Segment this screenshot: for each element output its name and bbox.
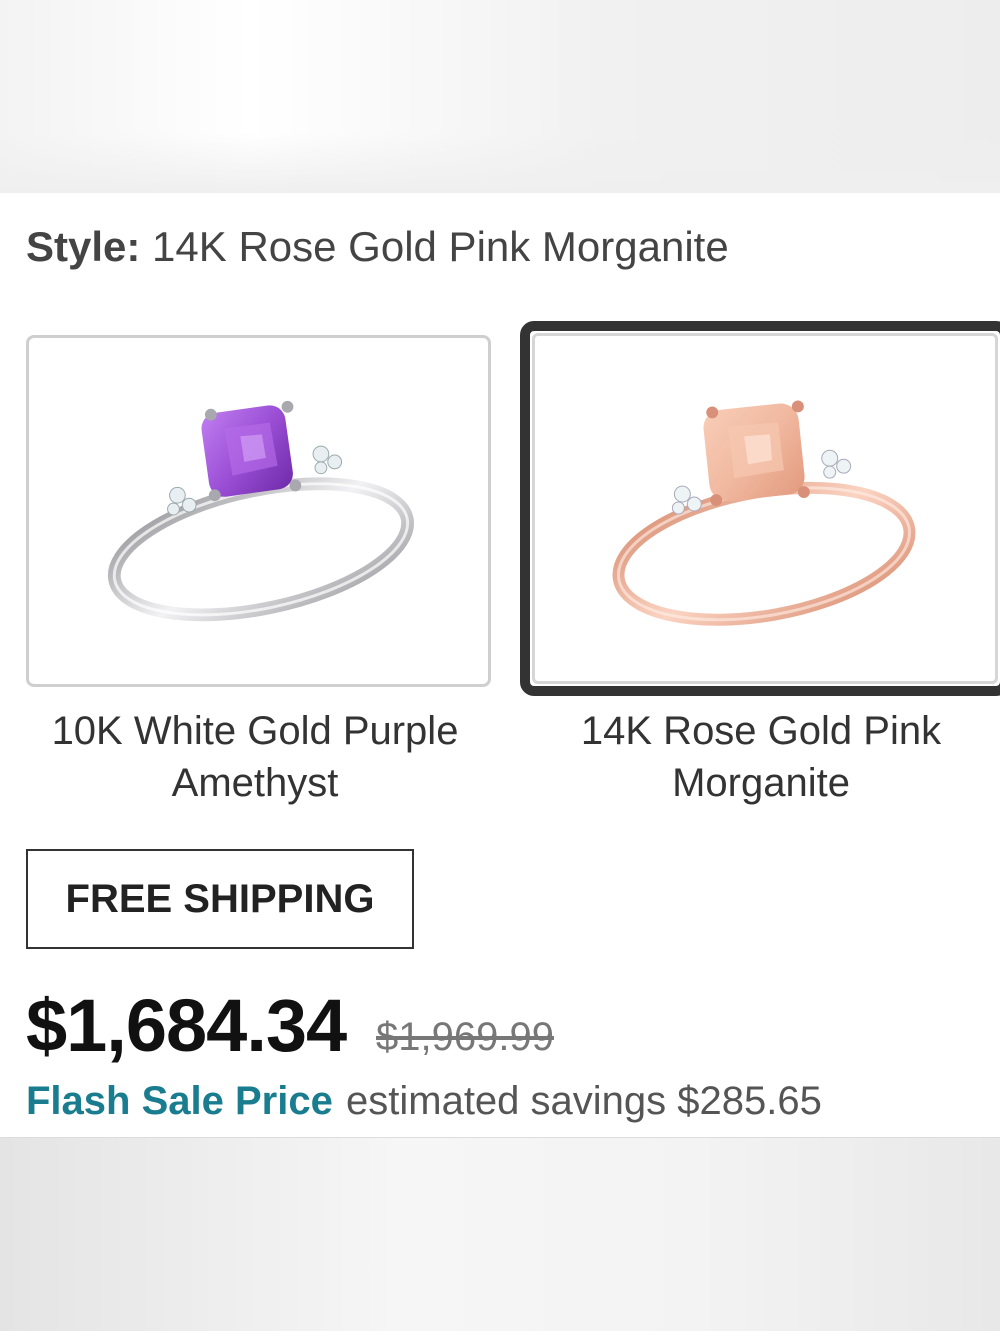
background-top-blur [0, 0, 1000, 193]
sale-price: $1,684.34 [26, 984, 347, 1067]
free-shipping-badge: FREE SHIPPING [26, 849, 414, 949]
flash-sale-label: Flash Sale Price [26, 1079, 333, 1123]
style-label: Style: [26, 223, 141, 270]
amethyst-ring-image [107, 400, 415, 622]
morganite-ring-image [612, 400, 916, 626]
swatch-caption-morganite[interactable]: 14K Rose Gold Pink Morganite [526, 705, 996, 809]
background-bottom-blur [0, 1137, 1000, 1331]
style-selection-heading: Style: 14K Rose Gold Pink Morganite [26, 223, 729, 271]
swatch-image-frame [532, 333, 998, 684]
free-shipping-label: FREE SHIPPING [65, 876, 375, 921]
swatch-white-gold-amethyst[interactable] [26, 335, 491, 687]
original-price: $1,969.99 [376, 1015, 554, 1059]
estimated-savings: estimated savings $285.65 [346, 1079, 822, 1123]
swatch-caption-amethyst[interactable]: 10K White Gold Purple Amethyst [20, 705, 490, 809]
swatch-rose-gold-morganite[interactable] [520, 321, 1000, 696]
product-options-panel: Style: 14K Rose Gold Pink Morganite 10K … [0, 193, 1000, 1137]
swatch-image-frame [29, 338, 488, 684]
style-value: 14K Rose Gold Pink Morganite [152, 223, 729, 270]
